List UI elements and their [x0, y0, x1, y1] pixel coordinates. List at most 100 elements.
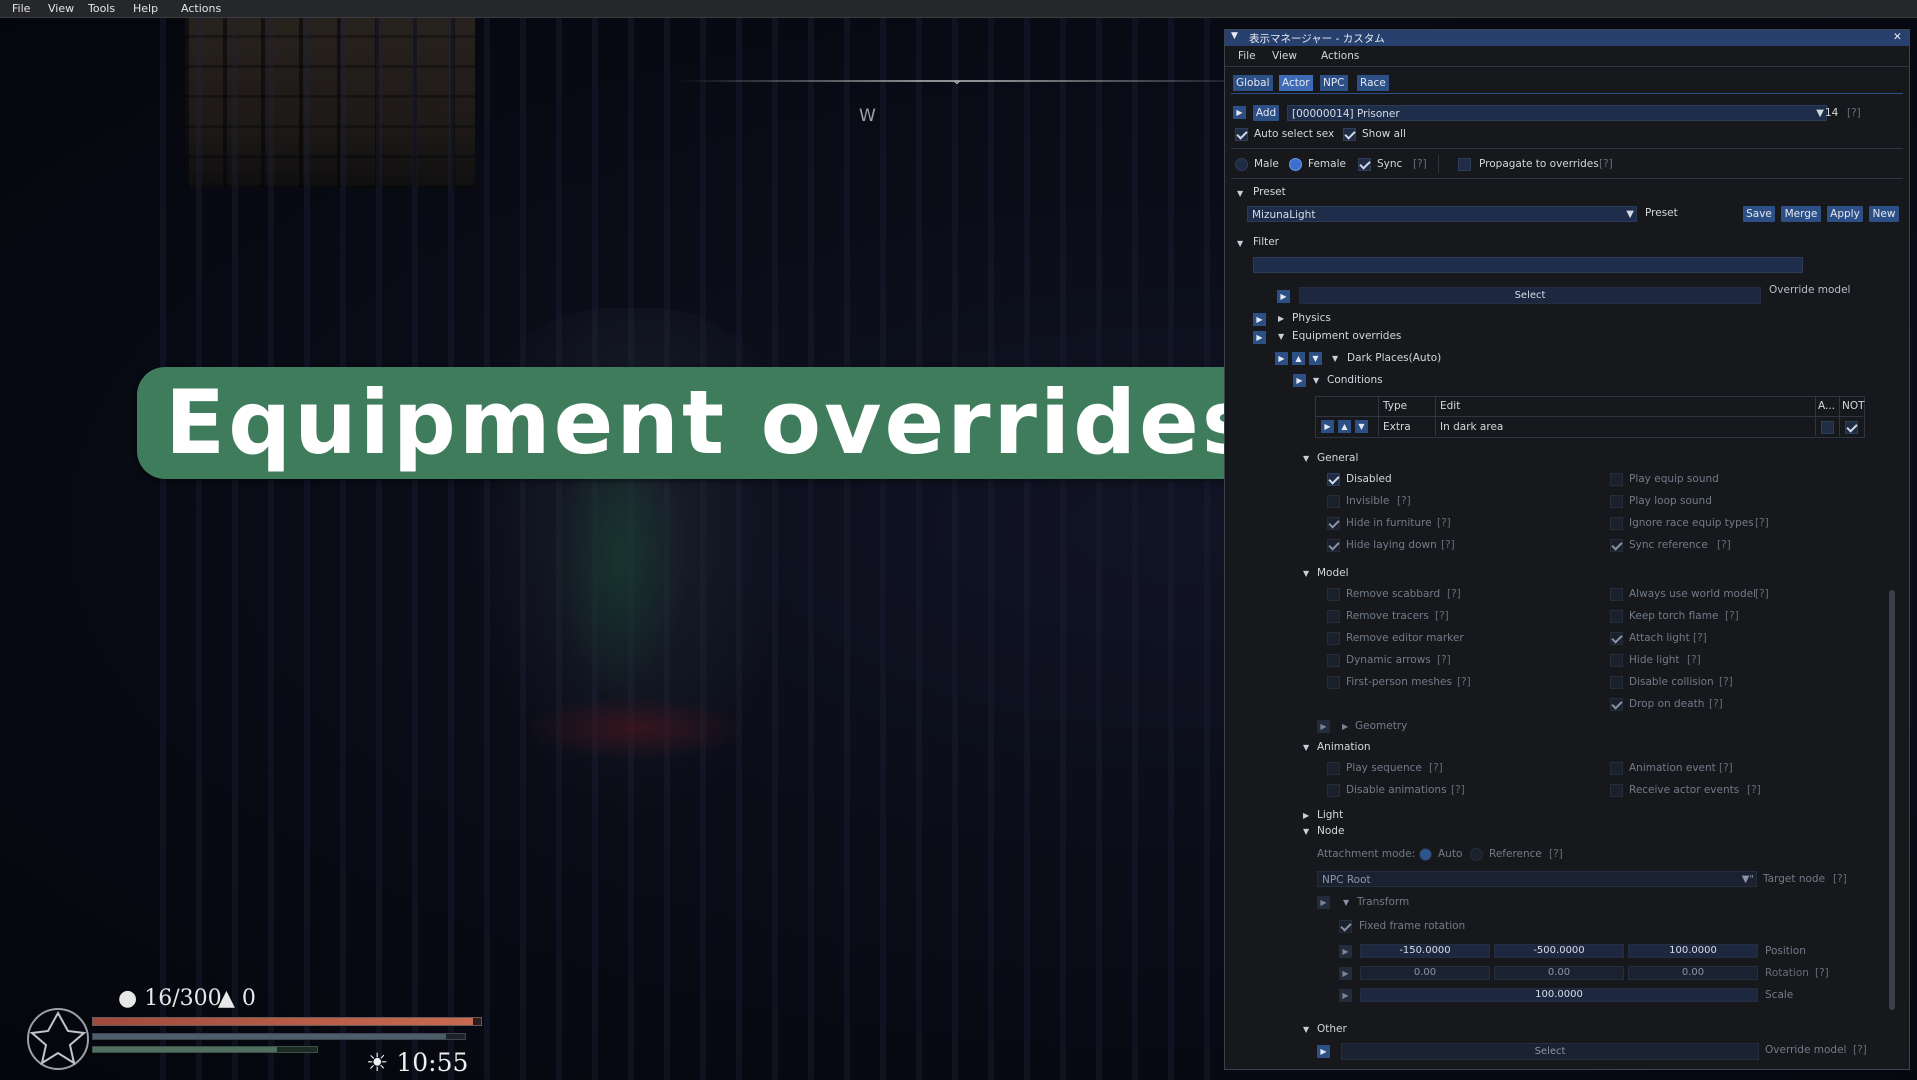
dynamic-arrows-checkbox[interactable]	[1327, 654, 1340, 667]
rotation-z-field[interactable]: 0.00	[1628, 966, 1758, 980]
general-header[interactable]: General	[1317, 452, 1358, 464]
help-icon[interactable]: [?]	[1435, 610, 1449, 622]
help-icon[interactable]: [?]	[1709, 698, 1723, 710]
panel-scrollbar[interactable]	[1889, 590, 1895, 1010]
menu-view[interactable]: View	[48, 2, 74, 15]
receive-actor-events-checkbox[interactable]	[1610, 784, 1623, 797]
play-icon[interactable]: ▶	[1317, 896, 1330, 909]
play-icon[interactable]: ▶	[1317, 1045, 1330, 1058]
position-y-field[interactable]: -500.0000	[1494, 944, 1624, 958]
dark-places-header[interactable]: Dark Places(Auto)	[1347, 352, 1441, 364]
help-icon[interactable]: [?]	[1719, 762, 1733, 774]
panel-menu-actions[interactable]: Actions	[1321, 50, 1359, 62]
condition-type[interactable]: Extra	[1383, 421, 1411, 433]
menu-actions[interactable]: Actions	[181, 2, 221, 15]
collapse-icon[interactable]: ▼	[1313, 376, 1319, 385]
play-equip-sound-checkbox[interactable]	[1610, 473, 1623, 486]
help-icon[interactable]: [?]	[1833, 873, 1847, 885]
expand-icon[interactable]: ▶	[1342, 722, 1348, 731]
play-icon[interactable]: ▶	[1339, 945, 1352, 958]
actor-select[interactable]: [00000014] Prisoner ▼	[1287, 105, 1827, 121]
drop-on-death-checkbox[interactable]	[1610, 698, 1623, 711]
condition-and-checkbox[interactable]	[1821, 421, 1834, 434]
attach-light-checkbox[interactable]	[1610, 632, 1623, 645]
collapse-icon[interactable]: ▼	[1237, 239, 1243, 248]
new-button[interactable]: New	[1869, 206, 1899, 222]
help-icon[interactable]: [?]	[1693, 632, 1707, 644]
fixed-frame-rotation-checkbox[interactable]	[1339, 920, 1352, 933]
other-header[interactable]: Other	[1317, 1023, 1347, 1035]
help-icon[interactable]: [?]	[1437, 517, 1451, 529]
tab-race[interactable]: Race	[1357, 75, 1389, 91]
transform-header[interactable]: Transform	[1357, 896, 1409, 908]
geometry-header[interactable]: Geometry	[1355, 720, 1407, 732]
help-icon[interactable]: [?]	[1687, 654, 1701, 666]
move-down-icon[interactable]: ▼	[1355, 420, 1368, 433]
invisible-checkbox[interactable]	[1327, 495, 1340, 508]
collapse-icon[interactable]: ▼	[1332, 354, 1338, 363]
first-person-meshes-checkbox[interactable]	[1327, 676, 1340, 689]
apply-button[interactable]: Apply	[1827, 206, 1863, 222]
physics-header[interactable]: Physics	[1292, 312, 1331, 324]
play-icon[interactable]: ▶	[1277, 290, 1290, 303]
play-icon[interactable]: ▶	[1253, 331, 1266, 344]
sync-checkbox[interactable]	[1358, 158, 1371, 171]
help-icon[interactable]: [?]	[1549, 848, 1563, 860]
preset-header[interactable]: Preset	[1253, 186, 1286, 198]
help-icon[interactable]: [?]	[1429, 762, 1443, 774]
add-button[interactable]: Add	[1253, 105, 1279, 121]
sync-reference-checkbox[interactable]	[1610, 539, 1623, 552]
collapse-icon[interactable]: ▼	[1237, 189, 1243, 198]
disable-animations-checkbox[interactable]	[1327, 784, 1340, 797]
disable-collision-checkbox[interactable]	[1610, 676, 1623, 689]
remove-scabbard-checkbox[interactable]	[1327, 588, 1340, 601]
help-icon[interactable]: [?]	[1717, 539, 1731, 551]
play-icon[interactable]: ▶	[1321, 420, 1334, 433]
panel-menu-file[interactable]: File	[1238, 50, 1256, 62]
play-icon[interactable]: ▶	[1293, 374, 1306, 387]
menu-tools[interactable]: Tools	[88, 2, 115, 15]
node-header[interactable]: Node	[1317, 825, 1344, 837]
equipment-overrides-header[interactable]: Equipment overrides	[1292, 330, 1401, 342]
move-down-icon[interactable]: ▼	[1309, 352, 1322, 365]
help-icon[interactable]: [?]	[1437, 654, 1451, 666]
rotation-x-field[interactable]: 0.00	[1360, 966, 1490, 980]
remove-editor-marker-checkbox[interactable]	[1327, 632, 1340, 645]
help-icon[interactable]: [?]	[1755, 517, 1769, 529]
play-sequence-checkbox[interactable]	[1327, 762, 1340, 775]
collapse-icon[interactable]: ▼	[1303, 454, 1309, 463]
menu-help[interactable]: Help	[133, 2, 158, 15]
help-icon[interactable]: [?]	[1447, 588, 1461, 600]
help-icon[interactable]: [?]	[1815, 967, 1829, 979]
collapse-icon[interactable]: ▼	[1303, 743, 1309, 752]
play-icon[interactable]: ▶	[1275, 352, 1288, 365]
filter-input[interactable]	[1253, 257, 1803, 273]
keep-torch-flame-checkbox[interactable]	[1610, 610, 1623, 623]
scale-field[interactable]: 100.0000	[1360, 988, 1758, 1002]
rotation-y-field[interactable]: 0.00	[1494, 966, 1624, 980]
play-icon[interactable]: ▶	[1317, 720, 1330, 733]
play-icon[interactable]: ▶	[1339, 989, 1352, 1002]
ignore-race-equip-checkbox[interactable]	[1610, 517, 1623, 530]
collapse-icon[interactable]: ▼	[1303, 569, 1309, 578]
reference-radio[interactable]	[1470, 848, 1483, 861]
merge-button[interactable]: Merge	[1781, 206, 1821, 222]
close-icon[interactable]: ✕	[1893, 31, 1902, 43]
position-z-field[interactable]: 100.0000	[1628, 944, 1758, 958]
always-use-world-model-checkbox[interactable]	[1610, 588, 1623, 601]
light-header[interactable]: Light	[1317, 809, 1343, 821]
propagate-checkbox[interactable]	[1458, 158, 1471, 171]
tab-actor[interactable]: Actor	[1279, 75, 1313, 91]
help-icon[interactable]: [?]	[1441, 539, 1455, 551]
hide-in-furniture-checkbox[interactable]	[1327, 517, 1340, 530]
help-icon[interactable]: [?]	[1397, 495, 1411, 507]
target-node-select[interactable]: NPC Root ▼"	[1317, 871, 1757, 887]
move-up-icon[interactable]: ▲	[1338, 420, 1351, 433]
female-radio[interactable]	[1289, 158, 1302, 171]
animation-header[interactable]: Animation	[1317, 741, 1371, 753]
help-icon[interactable]: [?]	[1725, 610, 1739, 622]
move-up-icon[interactable]: ▲	[1292, 352, 1305, 365]
condition-edit[interactable]: In dark area	[1440, 421, 1503, 433]
preset-select[interactable]: MizunaLight ▼	[1247, 206, 1637, 222]
expand-icon[interactable]: ▶	[1278, 314, 1284, 323]
